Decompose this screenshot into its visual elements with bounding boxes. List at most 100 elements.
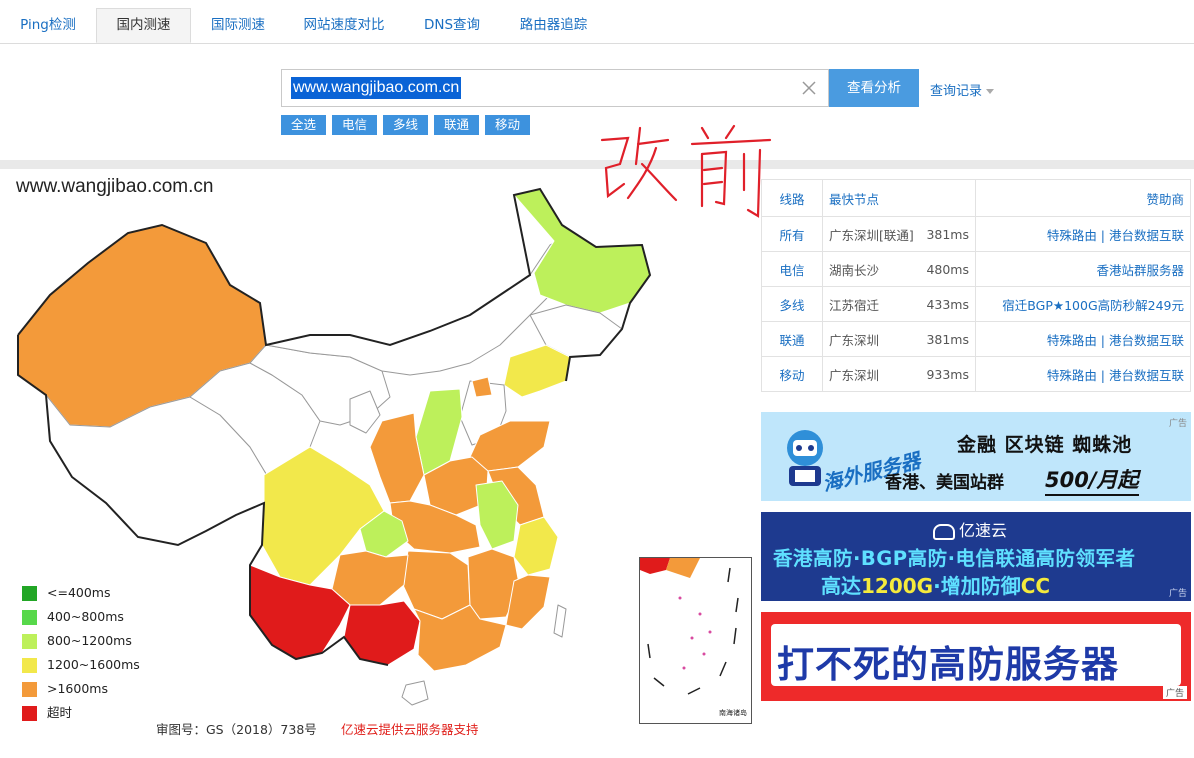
map-legend: <=400ms 400~800ms 800~1200ms 1200~1600ms… [22,583,140,727]
node-name: 江苏宿迁 [829,297,880,313]
legend-swatch [22,610,37,625]
analyze-button[interactable]: 查看分析 [829,69,919,107]
tab-site-compare[interactable]: 网站速度对比 [290,8,398,43]
row-line: 移动 [761,356,823,392]
ad1-line2: 香港、美国站群 [885,473,1004,493]
legend-swatch [22,706,37,721]
legend-swatch [22,658,37,673]
legend-item: <=400ms [22,583,140,607]
ad-tag: 广告 [1168,419,1187,429]
node-latency: 433ms [926,297,969,312]
legend-label: <=400ms [47,585,111,600]
table-row: 联通 广东深圳 381ms 特殊路由 | 港台数据互联 [761,321,1191,357]
caret-down-icon [986,89,995,94]
row-sponsor[interactable]: 特殊路由 | 港台数据互联 [975,356,1191,392]
ad2-line2-prefix: 高达 [821,574,861,598]
table-row: 所有 广东深圳[联通] 381ms 特殊路由 | 港台数据互联 [761,216,1191,252]
inset-label: 南海诸岛 [719,709,747,717]
node-latency: 933ms [926,367,969,382]
node-latency: 381ms [926,332,969,347]
legend-label: 400~800ms [47,609,124,624]
node-latency: 480ms [926,262,969,277]
ad2-line2-capacity: 1200G [861,574,934,598]
region-hunan [401,550,471,620]
history-label: 查询记录 [930,84,983,99]
ad3-text: 打不死的高防服务器 [777,643,1119,686]
history-dropdown[interactable]: 查询记录 [930,80,995,99]
row-sponsor[interactable]: 特殊路由 | 港台数据互联 [975,216,1191,252]
node-name: 广东深圳 [829,332,880,348]
search-area: www.wangjibao.com.cn 查看分析 查询记录 全选 电信 多线 … [0,44,1194,160]
tab-international-speed[interactable]: 国际测速 [196,8,280,43]
tab-ping[interactable]: Ping检测 [10,8,86,43]
legend-item: >1600ms [22,679,140,703]
filter-unicom-button[interactable]: 联通 [434,115,479,135]
region-liaoning [503,344,571,398]
ad2-brand: 亿速云 [933,517,1007,541]
ad2-line2: 高达1200G·增加防御CC [821,570,1050,599]
close-icon[interactable] [800,79,818,97]
legend-label: >1600ms [47,681,108,696]
row-line: 电信 [761,251,823,287]
row-node: 广东深圳 381ms [822,321,976,357]
region-taiwan [553,604,567,638]
tab-dns[interactable]: DNS查询 [412,8,492,43]
node-name: 广东深圳 [829,367,880,383]
filter-mobile-button[interactable]: 移动 [485,115,530,135]
ad-tag: 广告 [1168,589,1187,599]
ad-banner-overseas-servers[interactable]: 广告 海外服务器 金融 区块链 蜘蛛池 香港、美国站群 500/月起 [761,412,1191,501]
node-name: 湖南长沙 [829,262,880,278]
row-line: 联通 [761,321,823,357]
row-sponsor[interactable]: 香港站群服务器 [975,251,1191,287]
filter-telecom-button[interactable]: 电信 [332,115,377,135]
cloud-logo-icon [933,523,955,540]
tab-traceroute[interactable]: 路由器追踪 [506,8,601,43]
search-input[interactable]: www.wangjibao.com.cn [281,69,829,107]
ad1-price: 500/月起 [1045,464,1139,496]
row-line: 所有 [761,216,823,252]
section-divider [0,160,1194,169]
header-node: 最快节点 [822,179,976,217]
table-row: 移动 广东深圳 933ms 特殊路由 | 港台数据互联 [761,356,1191,392]
legend-swatch [22,682,37,697]
header-line: 线路 [761,179,823,217]
ad-tag: 广告 [1162,686,1187,699]
region-guizhou [331,550,409,606]
legend-item: 800~1200ms [22,631,140,655]
row-node: 广东深圳[联通] 381ms [822,216,976,252]
region-shaanxi [369,412,425,504]
legend-label: 800~1200ms [47,633,132,648]
table-header-row: 线路 最快节点 赞助商 [761,179,1191,217]
ad2-brand-text: 亿速云 [959,521,1008,540]
legend-swatch [22,586,37,601]
tab-domestic-speed[interactable]: 国内测速 [96,8,191,43]
row-sponsor[interactable]: 宿迁BGP★100G高防秒解249元 [975,286,1191,322]
map-approval-number: 审图号：GS（2018）738号 [156,722,317,737]
ad2-line2-middle: ·增加防御 [933,574,1021,598]
row-node: 广东深圳 933ms [822,356,976,392]
legend-swatch [22,634,37,649]
legend-label: 1200~1600ms [47,657,140,672]
results-table: 线路 最快节点 赞助商 所有 广东深圳[联通] 381ms 特殊路由 | 港台数据… [761,179,1191,392]
node-latency: 381ms [926,227,969,242]
filter-multiline-button[interactable]: 多线 [383,115,428,135]
legend-item: 1200~1600ms [22,655,140,679]
ad1-line1: 金融 区块链 蜘蛛池 [957,434,1133,456]
ad-banner-ddos-server[interactable]: 打不死的高防服务器 广告 [761,612,1191,701]
south-china-sea-inset: 南海诸岛 [639,557,752,724]
search-input-value[interactable]: www.wangjibao.com.cn [291,77,462,99]
tab-bar: Ping检测 国内测速 国际测速 网站速度对比 DNS查询 路由器追踪 [0,0,1194,44]
row-node: 江苏宿迁 433ms [822,286,976,322]
region-hainan [401,680,429,706]
legend-item: 超时 [22,703,140,727]
map-support-link[interactable]: 亿速云提供云服务器支持 [341,719,479,738]
inset-map [640,558,739,695]
ad-banner-yisu-cloud[interactable]: 广告 亿速云 香港高防·BGP高防·电信联通高防领军者 高达1200G·增加防御… [761,512,1191,601]
node-name: 广东深圳[联通] [829,227,914,243]
filter-all-button[interactable]: 全选 [281,115,326,135]
table-row: 多线 江苏宿迁 433ms 宿迁BGP★100G高防秒解249元 [761,286,1191,322]
row-sponsor[interactable]: 特殊路由 | 港台数据互联 [975,321,1191,357]
ad2-line2-cc: CC [1020,574,1051,598]
ad2-line1: 香港高防·BGP高防·电信联通高防领军者 [773,547,1136,570]
region-guangxi [343,600,421,666]
